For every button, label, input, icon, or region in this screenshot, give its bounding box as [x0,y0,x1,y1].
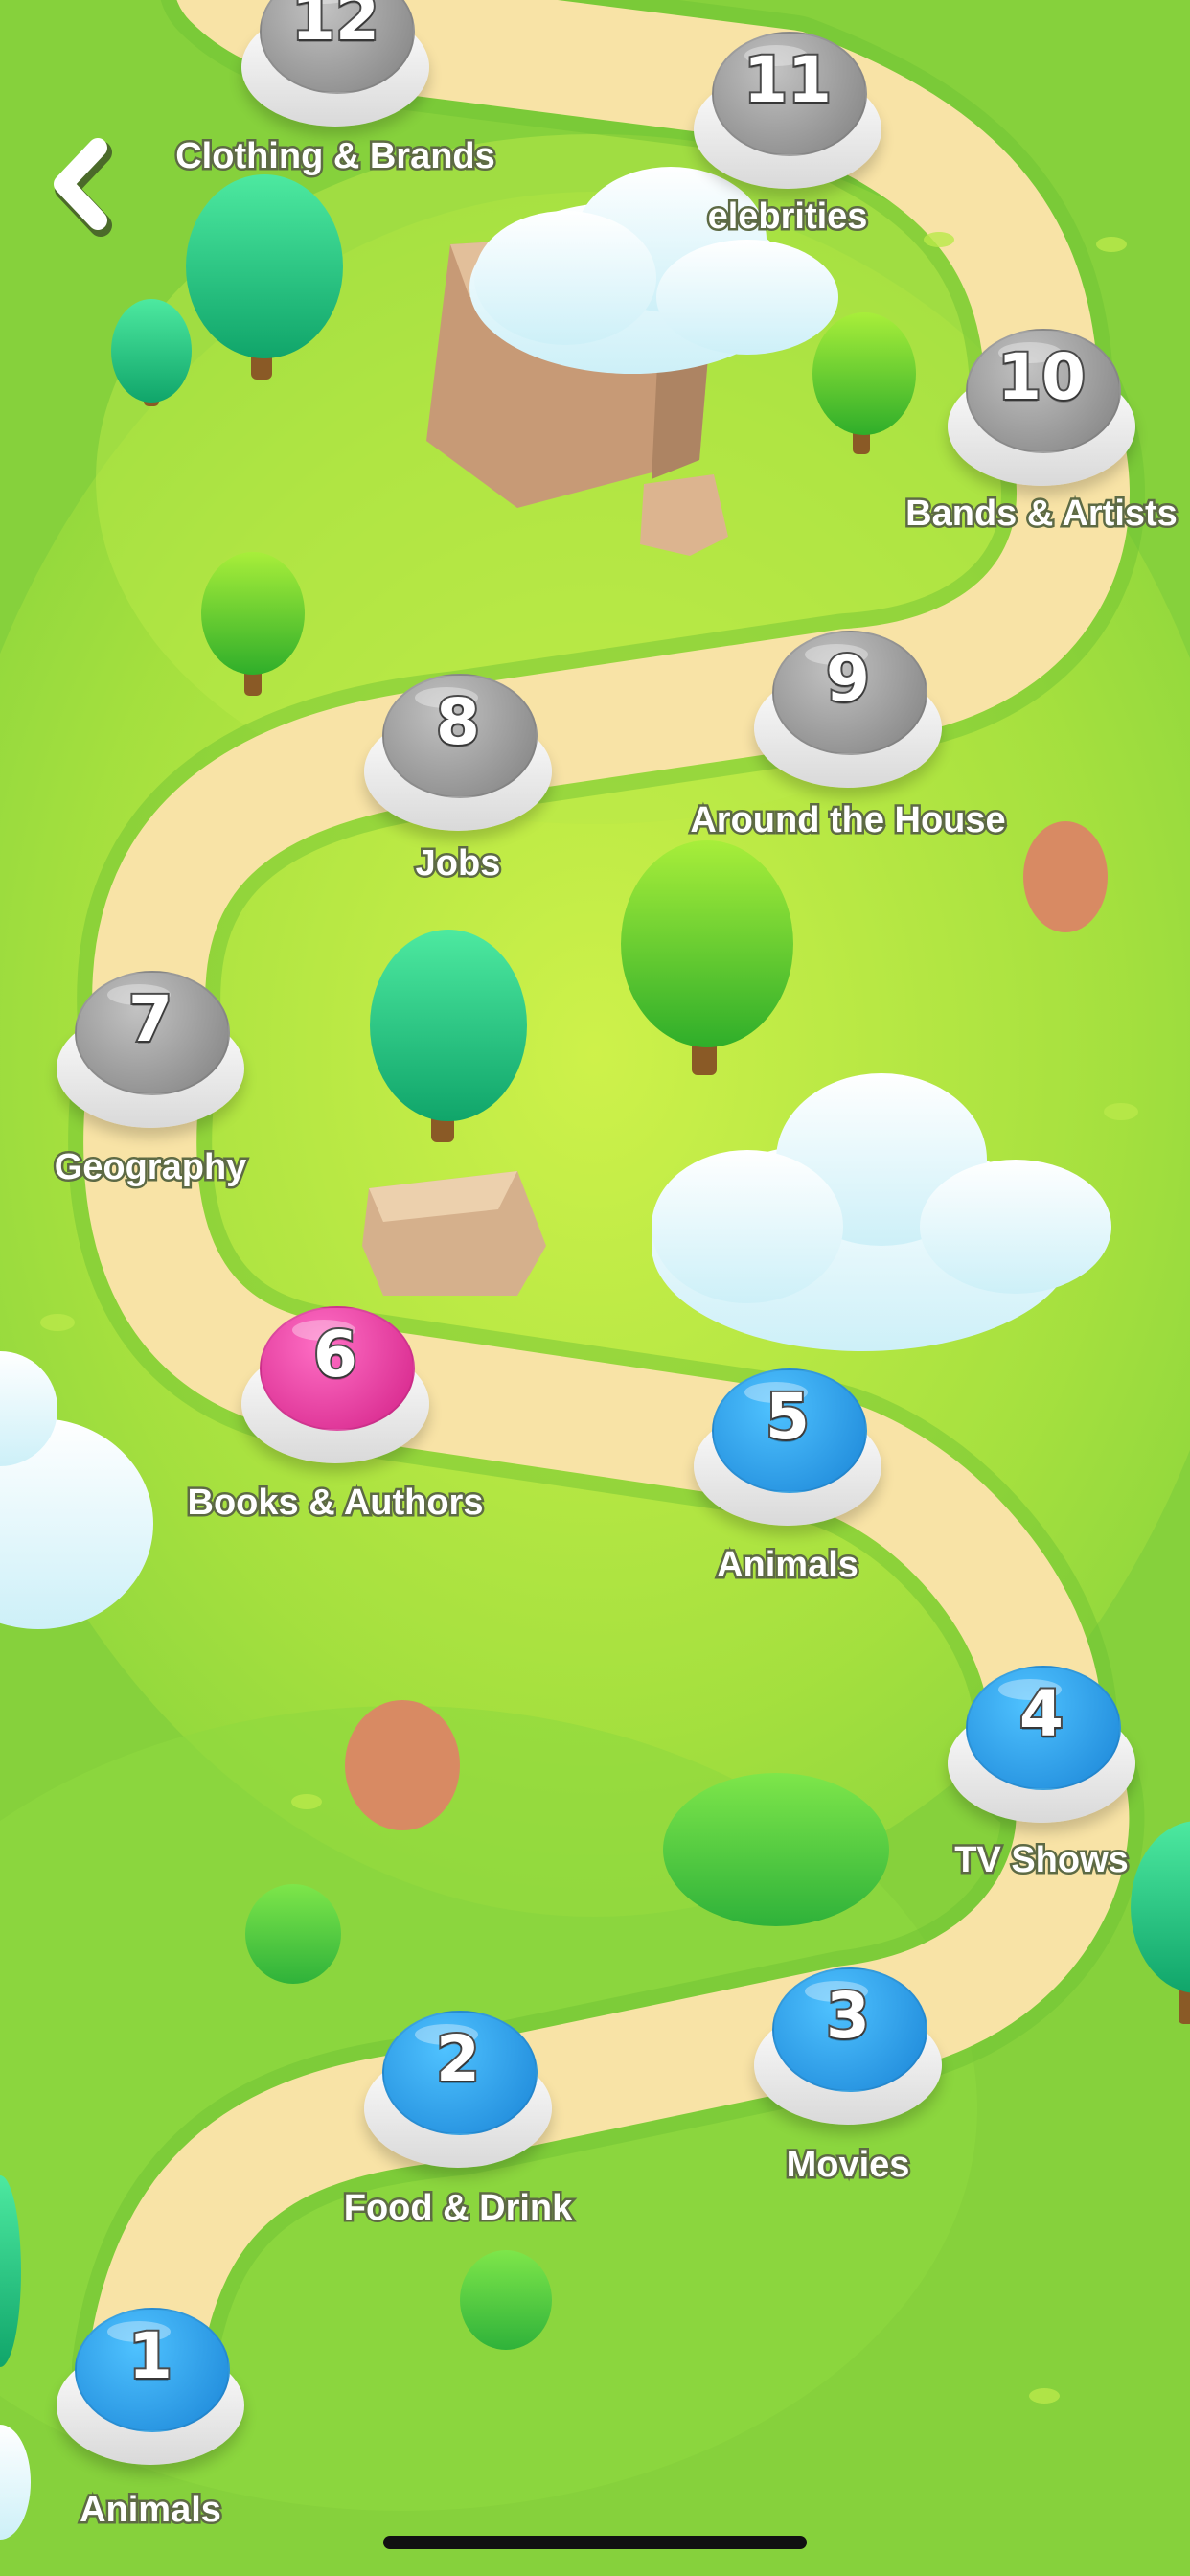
level-number: 8 [434,683,482,761]
level-number: 11 [742,41,834,119]
level-label: Geography [52,1145,249,1190]
home-indicator [383,2536,807,2549]
level-number: 3 [824,1977,872,2055]
chevron-left-icon [54,138,112,237]
level-button-3[interactable]: 3 [754,1960,942,2125]
level-number: 7 [126,980,174,1058]
level-button-6[interactable]: 6 [241,1299,429,1463]
level-number: 4 [1018,1675,1065,1753]
level-number: 6 [311,1316,359,1393]
level-button-5[interactable]: 5 [694,1361,881,1526]
level-button-1[interactable]: 1 [57,2300,244,2465]
level-label: Movies [784,2143,912,2188]
level-number: 12 [289,0,381,57]
back-button[interactable] [42,134,128,240]
level-number: 5 [764,1378,812,1456]
level-label: Animals [715,1543,861,1588]
level-number: 2 [434,2020,482,2098]
level-button-12[interactable]: 12 [241,0,429,126]
level-button-2[interactable]: 2 [364,2003,552,2168]
level-button-8[interactable]: 8 [364,666,552,831]
level-label: Animals [78,2488,224,2533]
level-button-11[interactable]: 11 [694,24,881,189]
level-button-4[interactable]: 4 [948,1658,1135,1823]
level-number: 1 [126,2317,174,2395]
level-label: Bands & Artists [904,492,1180,537]
level-button-10[interactable]: 10 [948,321,1135,486]
level-label: TV Shows [952,1838,1132,1883]
level-label: elebrities [705,195,870,240]
level-label: Food & Drink [341,2186,575,2231]
level-button-9[interactable]: 9 [754,623,942,788]
level-number: 9 [824,640,872,718]
level-label: Books & Authors [185,1481,486,1526]
level-label: Around the House [688,798,1008,843]
level-number: 10 [995,338,1087,416]
level-label: Clothing & Brands [173,134,498,179]
level-label: Jobs [413,841,503,886]
level-button-7[interactable]: 7 [57,963,244,1128]
